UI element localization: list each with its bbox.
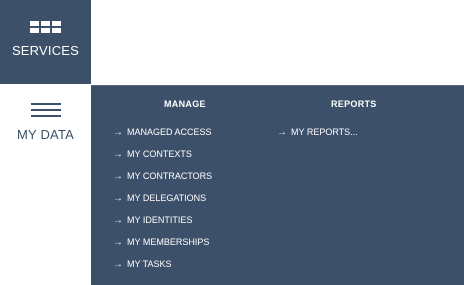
arrow-right-icon: → bbox=[113, 258, 123, 270]
manage-column: MANAGE → MANAGED ACCESS → MY CONTEXTS → … bbox=[113, 99, 273, 275]
nav-services-label: SERVICES bbox=[11, 43, 80, 58]
arrow-right-icon: → bbox=[113, 148, 123, 160]
menu-link-label: MY CONTEXTS bbox=[127, 149, 192, 159]
menu-link-label: MY CONTRACTORS bbox=[127, 171, 213, 181]
reports-column: REPORTS → MY REPORTS... bbox=[277, 99, 447, 143]
menu-link-my-contractors[interactable]: → MY CONTRACTORS bbox=[113, 165, 273, 187]
arrow-right-icon: → bbox=[113, 214, 123, 226]
menu-link-my-delegations[interactable]: → MY DELEGATIONS bbox=[113, 187, 273, 209]
menu-link-managed-access[interactable]: → MANAGED ACCESS bbox=[113, 121, 273, 143]
arrow-right-icon: → bbox=[113, 236, 123, 248]
menu-link-label: MY TASKS bbox=[127, 259, 172, 269]
hamburger-menu-icon bbox=[30, 103, 61, 117]
grid-icon bbox=[30, 21, 61, 33]
arrow-right-icon: → bbox=[113, 126, 123, 138]
nav-services[interactable]: SERVICES bbox=[0, 0, 91, 84]
side-nav: SERVICES MY DATA bbox=[0, 0, 91, 164]
nav-my-data-label: MY DATA bbox=[16, 127, 75, 142]
arrow-right-icon: → bbox=[113, 192, 123, 204]
arrow-right-icon: → bbox=[277, 126, 287, 138]
menu-link-my-memberships[interactable]: → MY MEMBERSHIPS bbox=[113, 231, 273, 253]
menu-link-my-reports[interactable]: → MY REPORTS... bbox=[277, 121, 447, 143]
menu-link-my-identities[interactable]: → MY IDENTITIES bbox=[113, 209, 273, 231]
nav-my-data[interactable]: MY DATA bbox=[0, 84, 91, 164]
menu-link-label: MY MEMBERSHIPS bbox=[127, 237, 210, 247]
reports-heading: REPORTS bbox=[331, 99, 377, 109]
arrow-right-icon: → bbox=[113, 170, 123, 182]
my-data-mega-menu: MANAGE → MANAGED ACCESS → MY CONTEXTS → … bbox=[91, 85, 464, 285]
menu-link-label: MANAGED ACCESS bbox=[127, 127, 212, 137]
menu-link-label: MY DELEGATIONS bbox=[127, 193, 207, 203]
menu-link-label: MY IDENTITIES bbox=[127, 215, 193, 225]
menu-link-my-contexts[interactable]: → MY CONTEXTS bbox=[113, 143, 273, 165]
manage-heading: MANAGE bbox=[164, 99, 206, 109]
menu-link-my-tasks[interactable]: → MY TASKS bbox=[113, 253, 273, 275]
menu-link-label: MY REPORTS... bbox=[291, 127, 358, 137]
